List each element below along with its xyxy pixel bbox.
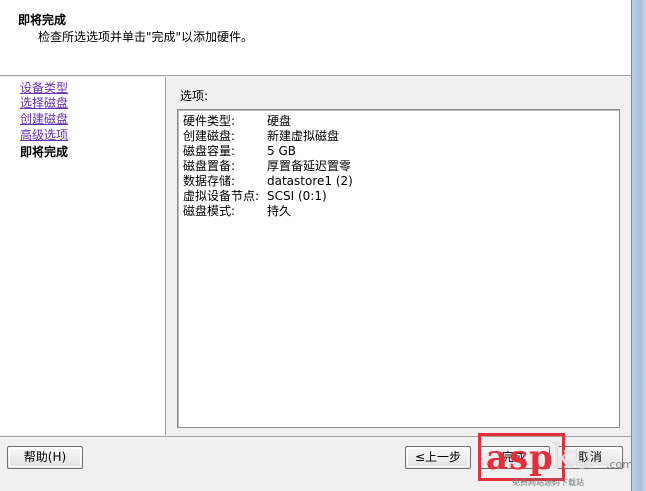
summary-key: 磁盘置备:	[183, 159, 236, 173]
summary-row: 磁盘模式: 持久	[183, 204, 614, 219]
summary-row: 硬件类型: 硬盘	[183, 114, 614, 129]
page-title: 即将完成	[18, 13, 67, 27]
summary-row: 虚拟设备节点: SCSI (0:1)	[183, 189, 614, 204]
step-ready-to-complete: 即将完成	[20, 145, 69, 159]
summary-key: 数据存储:	[183, 174, 236, 188]
summary-value: datastore1 (2)	[267, 174, 353, 188]
summary-value: 持久	[267, 204, 292, 218]
back-button-label: ≤上一步	[406, 447, 470, 468]
summary-value: 硬盘	[267, 114, 292, 128]
step-device-type[interactable]: 设备类型	[20, 81, 68, 96]
summary-value: 厚置备延迟置零	[267, 159, 352, 173]
watermark-slogan: 免费网站源码下载站	[512, 478, 584, 487]
options-label: 选项:	[180, 89, 209, 103]
page-description: 检查所选选项并单击"完成"以添加硬件。	[38, 30, 254, 44]
step-create-disk[interactable]: 创建磁盘	[20, 112, 68, 127]
summary-key: 创建磁盘:	[183, 129, 236, 143]
summary-row: 磁盘置备: 厚置备延迟置零	[183, 159, 614, 174]
watermark-brand-suffix: ku	[552, 437, 595, 477]
help-button-label: 帮助(H)	[8, 447, 82, 468]
dialog-header: 即将完成 检查所选选项并单击"完成"以添加硬件。	[0, 0, 631, 76]
summary-value: 新建虚拟磁盘	[267, 129, 340, 143]
step-advanced-options[interactable]: 高级选项	[20, 128, 68, 143]
options-summary-box[interactable]: 硬件类型: 硬盘 创建磁盘: 新建虚拟磁盘 磁盘容量: 5 GB 磁盘置备: 厚置备延迟…	[177, 109, 620, 428]
summary-key: 硬件类型:	[183, 114, 236, 128]
summary-value: 5 GB	[267, 144, 296, 158]
summary-row: 磁盘容量: 5 GB	[183, 144, 614, 159]
wizard-steps: 设备类型 选择磁盘 创建磁盘 高级选项 即将完成	[0, 77, 166, 435]
summary-key: 虚拟设备节点:	[183, 189, 260, 203]
add-hardware-dialog: 即将完成 检查所选选项并单击"完成"以添加硬件。 设备类型 选择磁盘 创建磁盘 …	[0, 0, 631, 491]
watermark-domain-suffix: .com	[606, 458, 633, 471]
step-select-disk[interactable]: 选择磁盘	[20, 96, 68, 111]
back-button[interactable]: ≤上一步	[405, 446, 471, 469]
summary-value: SCSI (0:1)	[267, 189, 327, 203]
window-frame-right	[631, 0, 646, 491]
summary-row: 数据存储: datastore1 (2)	[183, 174, 614, 189]
summary-row: 创建磁盘: 新建虚拟磁盘	[183, 129, 614, 144]
help-button[interactable]: 帮助(H)	[7, 446, 83, 469]
watermark-brand: asp	[486, 438, 554, 478]
summary-key: 磁盘模式:	[183, 204, 236, 218]
summary-key: 磁盘容量:	[183, 144, 236, 158]
